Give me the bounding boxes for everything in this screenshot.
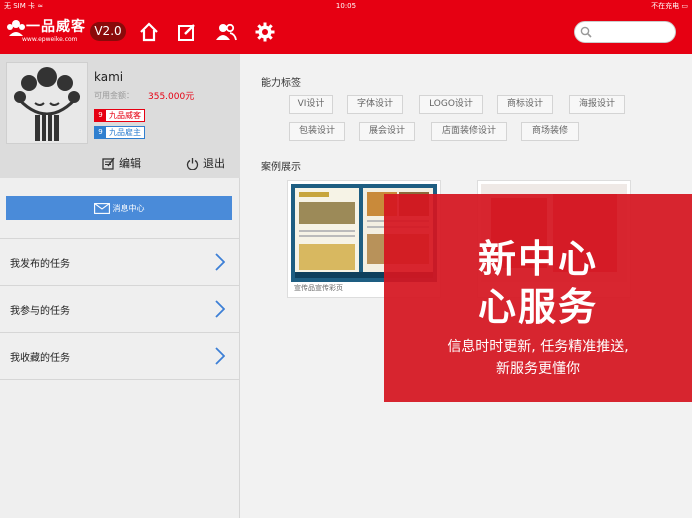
balance-label: 可用金额：: [94, 91, 134, 100]
promo-headline-line1: 新中心: [477, 237, 598, 281]
promo-subtitle-line2: 新服务更懂你: [496, 361, 580, 377]
worker-level-badge: 9 九品威客: [94, 109, 145, 122]
message-center-button[interactable]: 消息中心: [6, 196, 232, 220]
edit-label: 编辑: [119, 157, 141, 170]
sidebar: kami 可用金额： 355.000元 9 九品威客 9 九品雇主 编辑 退出 …: [0, 54, 240, 518]
users-icon[interactable]: [214, 20, 238, 44]
search-icon: [580, 26, 592, 38]
promo-headline-line2: 心服务: [477, 285, 598, 329]
profile-panel: kami 可用金额： 355.000元 9 九品威客 9 九品雇主 编辑 退出: [0, 54, 240, 178]
username: kami: [94, 70, 124, 84]
edit-profile-button[interactable]: 编辑: [102, 155, 141, 171]
battery-status: 不在充电 ▭: [651, 2, 688, 10]
cases-section-title: 案例展示: [261, 162, 301, 173]
avatar[interactable]: [6, 62, 88, 144]
envelope-icon: [93, 202, 110, 214]
skill-tag[interactable]: VI设计: [289, 95, 333, 114]
skill-tag[interactable]: 包装设计: [289, 122, 345, 141]
message-center-label: 消息中心: [112, 203, 145, 213]
badge-label: 九品雇主: [109, 128, 141, 137]
menu-my-joined-tasks[interactable]: 我参与的任务: [0, 286, 239, 333]
logo-mark-icon: [7, 20, 25, 36]
status-bar: 无 SIM 卡 ≈ 10:05 不在充电 ▭: [0, 0, 692, 12]
app-logo[interactable]: 一品威客 www.epweike.com: [6, 16, 86, 48]
menu-my-favorite-tasks[interactable]: 我收藏的任务: [0, 333, 239, 380]
logo-url: www.epweike.com: [22, 36, 78, 43]
logout-label: 退出: [203, 157, 225, 170]
employer-level-badge: 9 九品雇主: [94, 126, 145, 139]
badge-label: 九品威客: [109, 111, 141, 120]
logo-text: 一品威客: [26, 19, 86, 35]
top-nav-bar: 一品威客 www.epweike.com V2.0: [0, 12, 692, 54]
badge-level-number: 9: [95, 110, 106, 121]
skills-section-title: 能力标签: [261, 78, 301, 89]
skill-tag[interactable]: 字体设计: [347, 95, 403, 114]
logout-button[interactable]: 退出: [186, 155, 225, 171]
badge-level-number: 9: [95, 127, 106, 138]
edit-icon: [102, 157, 115, 170]
case-caption: 宣传品宣传彩页: [294, 284, 343, 292]
balance-value: 355.000元: [148, 92, 195, 102]
menu-my-published-tasks[interactable]: 我发布的任务: [0, 239, 239, 286]
clock: 10:05: [335, 2, 357, 10]
menu-item-label: 我参与的任务: [10, 305, 70, 317]
power-icon: [186, 157, 199, 170]
version-badge: V2.0: [90, 22, 126, 41]
avatar-image: [13, 67, 81, 141]
chevron-right-icon: [215, 347, 225, 365]
skill-tag[interactable]: 展会设计: [359, 122, 415, 141]
promo-banner: 新中心 心服务 信息时时更新, 任务精准推送, 新服务更懂你: [384, 194, 692, 402]
skill-tag[interactable]: 商场装修: [521, 122, 579, 141]
chevron-right-icon: [215, 300, 225, 318]
skill-tag[interactable]: 商标设计: [497, 95, 553, 114]
menu-item-label: 我收藏的任务: [10, 352, 70, 364]
settings-icon[interactable]: [253, 20, 277, 44]
edit-icon[interactable]: [175, 20, 199, 44]
promo-subtitle-line1: 信息时时更新, 任务精准推送,: [447, 339, 629, 355]
search-input[interactable]: [574, 21, 676, 43]
skill-tag[interactable]: 海报设计: [569, 95, 625, 114]
skill-tag[interactable]: 店面装修设计: [431, 122, 507, 141]
home-icon[interactable]: [137, 20, 161, 44]
chevron-right-icon: [215, 253, 225, 271]
skill-tag[interactable]: LOGO设计: [419, 95, 483, 114]
menu-item-label: 我发布的任务: [10, 258, 70, 270]
